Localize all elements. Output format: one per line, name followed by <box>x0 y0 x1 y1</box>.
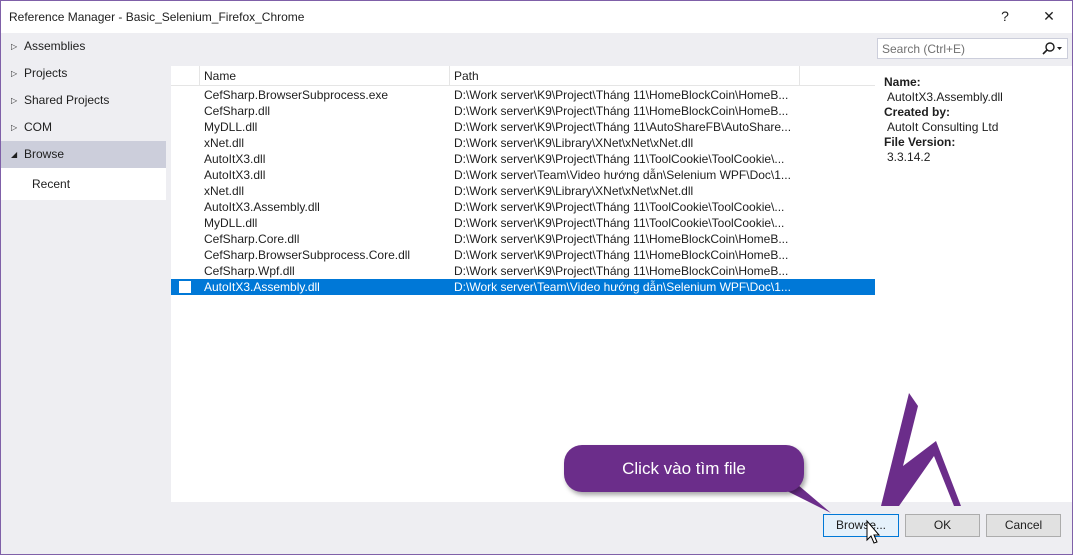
row-name: AutoItX3.Assembly.dll <box>204 200 320 214</box>
list-rows: CefSharp.BrowserSubprocess.exe D:\Work se… <box>171 87 875 295</box>
table-row[interactable]: AutoItX3.dll D:\Work server\K9\Project\Th… <box>171 151 875 167</box>
sidebar-item-browse[interactable]: ◢ Browse <box>1 141 166 168</box>
row-path: D:\Work server\K9\Project\Tháng 11\HomeB… <box>454 248 789 262</box>
row-path: D:\Work server\K9\Project\Tháng 11\ToolC… <box>454 216 785 230</box>
row-path: D:\Work server\K9\Project\Tháng 11\HomeB… <box>454 88 789 102</box>
search-box[interactable]: Search (Ctrl+E) <box>877 38 1068 59</box>
ok-button[interactable]: OK <box>905 514 980 537</box>
table-row[interactable]: AutoItX3.Assembly.dll D:\Work server\Team… <box>171 279 875 295</box>
search-icon[interactable] <box>1041 41 1063 56</box>
row-name: AutoItX3.dll <box>204 168 266 182</box>
row-path: D:\Work server\K9\Project\Tháng 11\HomeB… <box>454 264 789 278</box>
row-path: D:\Work server\K9\Library\XNet\xNet\xNet… <box>454 136 694 150</box>
row-name: CefSharp.dll <box>204 104 271 118</box>
sidebar-item-shared-projects[interactable]: ▷ Shared Projects <box>1 87 166 114</box>
expand-arrow-icon: ▷ <box>11 69 18 78</box>
row-path: D:\Work server\Team\Video hướng dẫn\Sele… <box>454 280 791 294</box>
row-path: D:\Work server\Team\Video hướng dẫn\Sele… <box>454 168 791 182</box>
row-name: MyDLL.dll <box>204 216 258 230</box>
sidebar-item-label: COM <box>24 120 52 134</box>
tutorial-callout: Click vào tìm file <box>564 445 804 492</box>
table-row[interactable]: CefSharp.BrowserSubprocess.Core.dll D:\Wo… <box>171 247 875 263</box>
row-name: CefSharp.Core.dll <box>204 232 300 246</box>
close-button[interactable]: ✕ <box>1036 5 1062 27</box>
browse-button[interactable]: Browse... <box>823 514 899 537</box>
sidebar: ▷ Assemblies ▷ Projects ▷ Shared Project… <box>1 33 166 507</box>
detail-name-value: AutoItX3.Assembly.dll <box>887 90 1003 104</box>
table-row[interactable]: CefSharp.BrowserSubprocess.exe D:\Work se… <box>171 87 875 103</box>
details-panel: Name: AutoItX3.Assembly.dll Created by: … <box>875 66 1072 502</box>
row-path: D:\Work server\K9\Library\XNet\xNet\xNet… <box>454 184 694 198</box>
row-path: D:\Work server\K9\Project\Tháng 11\HomeB… <box>454 104 789 118</box>
row-name: MyDLL.dll <box>204 120 258 134</box>
callout-text: Click vào tìm file <box>622 459 746 478</box>
table-row[interactable]: CefSharp.dll D:\Work server\K9\Project\Th… <box>171 103 875 119</box>
row-name: CefSharp.BrowserSubprocess.Core.dll <box>204 248 411 262</box>
row-path: D:\Work server\K9\Project\Tháng 11\AutoS… <box>454 120 792 134</box>
table-row[interactable]: AutoItX3.Assembly.dll D:\Work server\K9\P… <box>171 199 875 215</box>
row-name: AutoItX3.Assembly.dll <box>204 280 320 294</box>
detail-version-value: 3.3.14.2 <box>887 150 931 164</box>
detail-name-label: Name: <box>884 75 921 89</box>
sidebar-item-label: Projects <box>24 66 68 80</box>
help-button[interactable]: ? <box>992 5 1018 27</box>
row-name: xNet.dll <box>204 184 245 198</box>
table-row[interactable]: MyDLL.dll D:\Work server\K9\Project\Tháng… <box>171 215 875 231</box>
column-header-path[interactable]: Path <box>450 66 800 86</box>
sidebar-item-recent[interactable]: Recent <box>1 168 166 200</box>
column-header-name[interactable]: Name <box>200 66 450 86</box>
cancel-button[interactable]: Cancel <box>986 514 1061 537</box>
row-name: AutoItX3.dll <box>204 152 266 166</box>
detail-created-label: Created by: <box>884 105 951 119</box>
checkbox-column-header <box>171 66 200 86</box>
table-row[interactable]: xNet.dll D:\Work server\K9\Library\XNet\x… <box>171 135 875 151</box>
row-path: D:\Work server\K9\Project\Tháng 11\ToolC… <box>454 200 785 214</box>
table-row[interactable]: xNet.dll D:\Work server\K9\Library\XNet\x… <box>171 183 875 199</box>
search-input[interactable]: Search (Ctrl+E) <box>882 42 965 56</box>
row-name: xNet.dll <box>204 136 245 150</box>
reference-manager-window: Reference Manager - Basic_Selenium_Firef… <box>0 0 1073 555</box>
expand-arrow-icon: ▷ <box>11 123 18 132</box>
expand-arrow-icon: ▷ <box>11 42 18 51</box>
title-bar: Reference Manager - Basic_Selenium_Firef… <box>1 1 1072 33</box>
detail-version-label: File Version: <box>884 135 956 149</box>
sidebar-item-label: Recent <box>32 177 71 191</box>
sidebar-item-label: Assemblies <box>24 39 86 53</box>
row-name: CefSharp.BrowserSubprocess.exe <box>204 88 389 102</box>
reference-list: Name Path CefSharp.BrowserSubprocess.exe… <box>171 66 875 502</box>
row-checkbox[interactable] <box>179 281 191 293</box>
sidebar-item-label: Browse <box>24 147 65 161</box>
table-row[interactable]: MyDLL.dll D:\Work server\K9\Project\Tháng… <box>171 119 875 135</box>
row-name: CefSharp.Wpf.dll <box>204 264 295 278</box>
list-header: Name Path <box>171 66 875 86</box>
row-path: D:\Work server\K9\Project\Tháng 11\HomeB… <box>454 232 789 246</box>
detail-created-value: AutoIt Consulting Ltd <box>887 120 999 134</box>
sidebar-item-assemblies[interactable]: ▷ Assemblies <box>1 33 166 60</box>
sidebar-item-projects[interactable]: ▷ Projects <box>1 60 166 87</box>
table-row[interactable]: CefSharp.Wpf.dll D:\Work server\K9\Projec… <box>171 263 875 279</box>
row-path: D:\Work server\K9\Project\Tháng 11\ToolC… <box>454 152 785 166</box>
table-row[interactable]: AutoItX3.dll D:\Work server\Team\Video hư… <box>171 167 875 183</box>
expand-arrow-icon: ▷ <box>11 96 18 105</box>
sidebar-item-label: Shared Projects <box>24 93 110 107</box>
sidebar-item-com[interactable]: ▷ COM <box>1 114 166 141</box>
table-row[interactable]: CefSharp.Core.dll D:\Work server\K9\Proje… <box>171 231 875 247</box>
window-title: Reference Manager - Basic_Selenium_Firef… <box>9 10 305 24</box>
collapse-arrow-icon: ◢ <box>11 150 18 159</box>
